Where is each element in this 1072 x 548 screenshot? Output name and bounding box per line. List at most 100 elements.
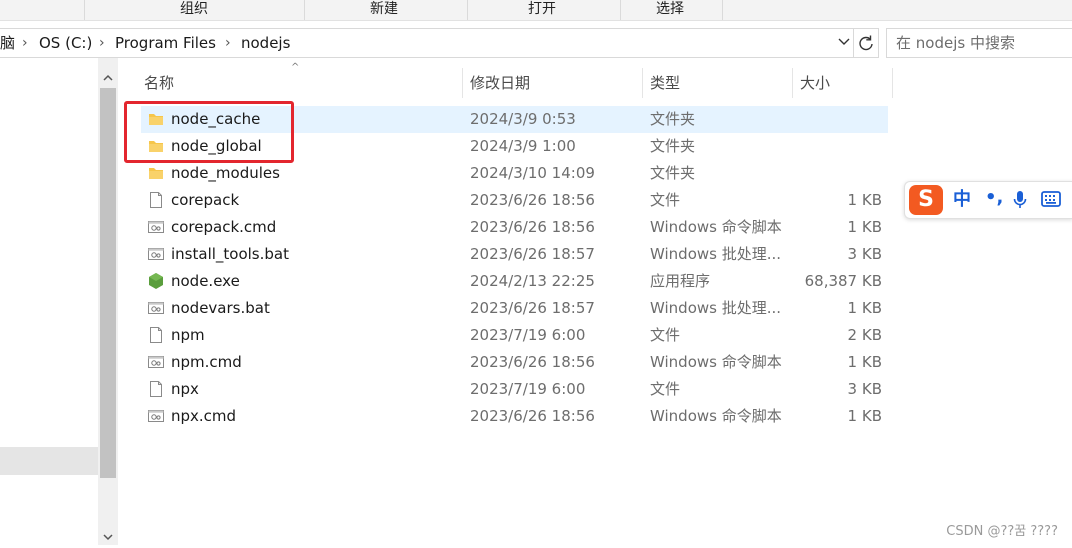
file-modified-date: 2024/3/9 1:00 — [470, 137, 576, 155]
sogou-logo-icon[interactable]: S — [909, 185, 943, 215]
column-divider[interactable] — [892, 68, 893, 98]
file-size: 3 KB — [847, 245, 882, 263]
file-size: 1 KB — [847, 218, 882, 236]
file-size: 3 KB — [847, 380, 882, 398]
script-icon — [147, 353, 165, 371]
file-size: 1 KB — [847, 191, 882, 209]
file-icon — [147, 380, 165, 398]
file-modified-date: 2023/6/26 18:57 — [470, 245, 595, 263]
file-row[interactable]: corepack 2023/6/26 18:56 文件 1 KB — [141, 187, 888, 214]
file-name[interactable]: npx.cmd — [171, 403, 236, 430]
file-size: 68,387 KB — [804, 272, 882, 290]
file-row[interactable]: npm.cmd 2023/6/26 18:56 Windows 命令脚本 1 KB — [141, 349, 888, 376]
ribbon-separator — [722, 0, 723, 20]
file-type: Windows 命令脚本 — [650, 218, 782, 236]
file-icon — [147, 191, 165, 209]
file-row[interactable]: corepack.cmd 2023/6/26 18:56 Windows 命令脚本 1… — [141, 214, 888, 241]
file-modified-date: 2023/6/26 18:56 — [470, 353, 595, 371]
file-name[interactable]: node_modules — [171, 160, 280, 187]
ribbon-group-organize[interactable]: 组织 — [84, 0, 304, 20]
file-modified-date: 2023/6/26 18:56 — [470, 407, 595, 425]
file-type: Windows 命令脚本 — [650, 407, 782, 425]
refresh-icon — [859, 35, 873, 51]
file-type: 文件 — [650, 380, 681, 398]
file-name[interactable]: nodevars.bat — [171, 295, 270, 322]
nodejs-icon — [147, 272, 165, 290]
file-modified-date: 2023/7/19 6:00 — [470, 326, 586, 344]
file-name[interactable]: node.exe — [171, 268, 240, 295]
file-row[interactable]: npm 2023/7/19 6:00 文件 2 KB — [141, 322, 888, 349]
file-type: 文件 — [650, 191, 681, 209]
file-name[interactable]: corepack — [171, 187, 239, 214]
file-modified-date: 2023/6/26 18:57 — [470, 299, 595, 317]
scroll-down-icon[interactable] — [98, 528, 118, 548]
script-icon — [147, 407, 165, 425]
ime-toolbar[interactable]: S 中 •, — [904, 181, 1072, 219]
breadcrumb-nodejs[interactable]: nodejs — [241, 29, 290, 57]
file-icon — [147, 326, 165, 344]
scrollbar-thumb[interactable] — [100, 88, 116, 478]
file-modified-date: 2024/3/9 0:53 — [470, 110, 576, 128]
file-modified-date: 2023/6/26 18:56 — [470, 218, 595, 236]
file-type: 文件 — [650, 326, 681, 344]
microphone-icon[interactable] — [1013, 190, 1027, 214]
file-row[interactable]: npx.cmd 2023/6/26 18:56 Windows 命令脚本 1 KB — [141, 403, 888, 430]
watermark: CSDN @??꿈 ???? — [946, 524, 1058, 539]
file-type: 文件夹 — [650, 110, 696, 128]
sort-ascending-icon: ^ — [291, 62, 300, 73]
column-header-type[interactable]: 类型 — [650, 68, 680, 98]
file-size: 1 KB — [847, 407, 882, 425]
column-header-date[interactable]: 修改日期 — [470, 68, 530, 98]
file-modified-date: 2024/3/10 14:09 — [470, 164, 595, 182]
breadcrumb-os-c[interactable]: OS (C:) — [39, 29, 92, 57]
file-name[interactable]: npx — [171, 376, 199, 403]
file-row[interactable]: node.exe 2024/2/13 22:25 应用程序 68,387 KB — [141, 268, 888, 295]
scroll-up-icon[interactable] — [98, 68, 118, 88]
script-icon — [147, 218, 165, 236]
folder-icon — [147, 164, 165, 182]
file-type: Windows 批处理... — [650, 299, 782, 317]
ribbon-group-new[interactable]: 新建 — [304, 0, 464, 20]
breadcrumb-chevron-icon[interactable]: › — [225, 29, 231, 57]
file-type: 应用程序 — [650, 272, 711, 290]
script-icon — [147, 299, 165, 317]
file-size: 1 KB — [847, 353, 882, 371]
file-row[interactable]: npx 2023/7/19 6:00 文件 3 KB — [141, 376, 888, 403]
file-size: 1 KB — [847, 299, 882, 317]
file-row[interactable]: nodevars.bat 2023/6/26 18:57 Windows 批处理..… — [141, 295, 888, 322]
column-header-name[interactable]: 名称 — [144, 68, 174, 98]
file-name[interactable]: corepack.cmd — [171, 214, 276, 241]
ribbon-group-select[interactable]: 选择 — [620, 0, 720, 20]
script-icon — [147, 245, 165, 263]
search-input[interactable]: 在 nodejs 中搜索 — [886, 28, 1072, 58]
file-modified-date: 2023/6/26 18:56 — [470, 191, 595, 209]
file-modified-date: 2024/2/13 22:25 — [470, 272, 595, 290]
breadcrumb-chevron-icon[interactable]: › — [22, 29, 28, 57]
file-row[interactable]: node_modules 2024/3/10 14:09 文件夹 — [141, 160, 888, 187]
refresh-button[interactable] — [853, 29, 878, 57]
file-name[interactable]: npm.cmd — [171, 349, 242, 376]
breadcrumb-program-files[interactable]: Program Files — [115, 29, 216, 57]
ribbon-group-open[interactable]: 打开 — [467, 0, 617, 20]
column-divider[interactable] — [642, 68, 643, 98]
file-type: Windows 命令脚本 — [650, 353, 782, 371]
ribbon: 组织 新建 打开 选择 — [0, 0, 1072, 21]
address-bar[interactable]: 脑 › OS (C:) › Program Files › nodejs — [0, 28, 879, 58]
file-name[interactable]: install_tools.bat — [171, 241, 289, 268]
highlight-annotation-box — [124, 101, 294, 163]
file-name[interactable]: npm — [171, 322, 205, 349]
keyboard-icon[interactable] — [1041, 191, 1061, 211]
ime-mode-chinese[interactable]: 中 — [953, 182, 971, 218]
breadcrumb-computer[interactable]: 脑 — [0, 29, 15, 57]
file-row[interactable]: install_tools.bat 2023/6/26 18:57 Windows … — [141, 241, 888, 268]
column-divider[interactable] — [792, 68, 793, 98]
breadcrumb-chevron-icon[interactable]: › — [99, 29, 105, 57]
navigation-selected-item[interactable] — [0, 447, 98, 475]
ime-punctuation-toggle[interactable]: •, — [985, 182, 1003, 214]
address-dropdown-icon[interactable] — [834, 29, 854, 57]
search-placeholder: 在 nodejs 中搜索 — [896, 34, 1015, 52]
column-header-size[interactable]: 大小 — [800, 68, 830, 98]
column-divider[interactable] — [462, 68, 463, 98]
file-modified-date: 2023/7/19 6:00 — [470, 380, 586, 398]
file-size: 2 KB — [847, 326, 882, 344]
